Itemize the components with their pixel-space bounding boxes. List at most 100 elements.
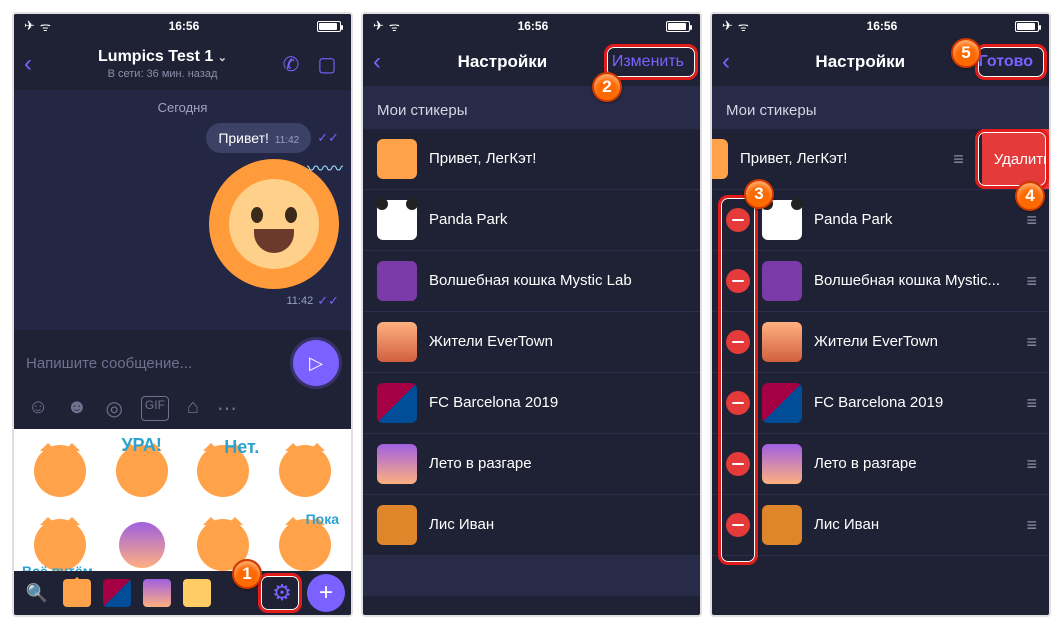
- pack-label: FC Barcelona 2019: [429, 394, 686, 413]
- chevron-down-icon: ⌄: [218, 52, 227, 64]
- sticker-pack-row[interactable]: Жители EverTown: [363, 312, 700, 373]
- drag-handle-icon[interactable]: ≡: [1026, 393, 1035, 414]
- status-time: 16:56: [169, 19, 200, 33]
- drag-handle-icon[interactable]: ≡: [953, 149, 962, 170]
- sticker-time: 11:42: [286, 295, 313, 307]
- chat-subtitle: В сети: 36 мин. назад: [56, 68, 269, 80]
- pack-label: Лето в разгаре: [429, 455, 686, 474]
- video-button[interactable]: ▢: [313, 52, 341, 77]
- status-time: 16:56: [518, 19, 549, 33]
- sticker-cell[interactable]: Нет.: [186, 437, 262, 505]
- pack-thumb-icon: [762, 444, 802, 484]
- sticker-pack-row[interactable]: Лис Иван: [363, 495, 700, 556]
- drag-handle-icon[interactable]: ≡: [1026, 454, 1035, 475]
- highlight-5: [975, 44, 1047, 80]
- battery-icon: [1015, 21, 1039, 32]
- message-input[interactable]: Напишите сообщение...: [26, 355, 285, 372]
- badge-1: 1: [232, 559, 262, 589]
- sticker-cell[interactable]: УРА!: [104, 437, 180, 505]
- call-button[interactable]: ✆: [277, 52, 305, 77]
- airplane-icon: [722, 18, 733, 34]
- back-button[interactable]: ‹: [722, 48, 748, 76]
- sticker-pack-row[interactable]: Лето в разгаре ≡: [712, 434, 1049, 495]
- wifi-icon: ᯤ: [40, 18, 51, 35]
- pack-label: Panda Park: [429, 211, 686, 230]
- read-check-icon: ✓✓: [317, 293, 339, 309]
- sticker-cell[interactable]: Всё путём: [22, 511, 98, 579]
- back-button[interactable]: ‹: [24, 50, 48, 78]
- pack-thumb-icon: [762, 383, 802, 423]
- sticker-pack-row[interactable]: Panda Park: [363, 190, 700, 251]
- drag-handle-icon[interactable]: ≡: [1026, 271, 1035, 292]
- message-time: 11:42: [275, 135, 299, 146]
- sticker-cell[interactable]: [22, 437, 98, 505]
- sticker-cell[interactable]: [104, 511, 180, 579]
- sticker-pack-row[interactable]: Волшебная кошка Mystic... ≡: [712, 251, 1049, 312]
- sticker-pack-tab[interactable]: [100, 576, 134, 610]
- shop-icon[interactable]: ⌂: [187, 396, 199, 421]
- status-bar: ᯤ 16:56: [363, 14, 700, 38]
- pack-label: Волшебная кошка Mystic...: [814, 272, 1014, 291]
- chat-navbar: ‹ Lumpics Test 1 ⌄ В сети: 36 мин. назад…: [14, 38, 351, 90]
- sticker-pack-row[interactable]: FC Barcelona 2019 ≡: [712, 373, 1049, 434]
- gif-icon[interactable]: GIF: [141, 396, 169, 421]
- sticker-search-button[interactable]: 🔍: [20, 576, 54, 610]
- attach-toolbar: ☺ ☻ ◎ GIF ⌂ ⋯: [14, 392, 351, 429]
- sticker-pack-row[interactable]: FC Barcelona 2019: [363, 373, 700, 434]
- sticker-pack-row[interactable]: Лис Иван ≡: [712, 495, 1049, 556]
- pack-label: Лето в разгаре: [814, 455, 1014, 474]
- sticker-add-button[interactable]: +: [307, 574, 345, 612]
- badge-5: 5: [951, 38, 981, 68]
- status-time: 16:56: [867, 19, 898, 33]
- status-bar: ᯤ 16:56: [712, 14, 1049, 38]
- pack-label: Panda Park: [814, 211, 1014, 230]
- screen-settings-view: ᯤ 16:56 ‹ Настройки Изменить 2 Мои стике…: [361, 12, 702, 617]
- highlight-2: [604, 44, 698, 80]
- sticker-pack-row[interactable]: Волшебная кошка Mystic Lab: [363, 251, 700, 312]
- more-icon[interactable]: ⋯: [217, 396, 237, 421]
- status-bar: ᯤ 16:56: [14, 14, 351, 38]
- settings-title: Настройки: [399, 52, 606, 72]
- camera-icon[interactable]: ◎: [105, 396, 122, 421]
- sent-sticker[interactable]: 〰〰: [209, 159, 339, 289]
- screen-settings-edit: ᯤ 16:56 ‹ Настройки Готово 5 Мои стикеры…: [710, 12, 1051, 617]
- chat-title[interactable]: Lumpics Test 1: [98, 48, 213, 65]
- pack-label: FC Barcelona 2019: [814, 394, 1014, 413]
- pack-label: Жители EverTown: [814, 333, 1014, 352]
- section-header: Мои стикеры: [363, 86, 700, 129]
- sticker-pack-tab[interactable]: [140, 576, 174, 610]
- pack-thumb-icon: [762, 261, 802, 301]
- sticker-panel: УРА! Нет. Всё путём Пока 🔍 ⚙ + 1: [14, 429, 351, 615]
- pack-thumb-icon: [377, 383, 417, 423]
- sticker-pack-tab[interactable]: [180, 576, 214, 610]
- composer: Напишите сообщение... ▷: [14, 330, 351, 392]
- drag-handle-icon[interactable]: ≡: [1026, 515, 1035, 536]
- drag-handle-icon[interactable]: ≡: [1026, 210, 1035, 231]
- drag-handle-icon[interactable]: ≡: [1026, 332, 1035, 353]
- sticker-cell[interactable]: Пока: [267, 511, 343, 579]
- sticker-pack-row[interactable]: Привет, ЛегКэт!: [363, 129, 700, 190]
- sticker-pack-row[interactable]: Лето в разгаре: [363, 434, 700, 495]
- message-bubble[interactable]: Привет!11:42: [206, 123, 311, 153]
- read-check-icon: ✓✓: [317, 130, 339, 146]
- sticker-pack-row[interactable]: Жители EverTown ≡: [712, 312, 1049, 373]
- highlight-3: [718, 195, 758, 565]
- screen-chat: ᯤ 16:56 ‹ Lumpics Test 1 ⌄ В сети: 36 ми…: [12, 12, 353, 617]
- highlight-1: [258, 573, 302, 613]
- back-button[interactable]: ‹: [373, 48, 399, 76]
- sticker-icon[interactable]: ☺: [28, 396, 48, 421]
- pack-label: Привет, ЛегКэт!: [740, 150, 941, 169]
- sticker-pack-list: Привет, ЛегКэт! Panda Park Волшебная кош…: [363, 129, 700, 556]
- wifi-icon: ᯤ: [389, 18, 400, 35]
- emoji-icon[interactable]: ☻: [66, 396, 87, 421]
- pack-thumb-icon: [710, 139, 728, 179]
- pack-label: Жители EverTown: [429, 333, 686, 352]
- pack-thumb-icon: [762, 505, 802, 545]
- pack-label: Лис Иван: [429, 516, 686, 535]
- settings-navbar: ‹ Настройки Готово 5: [712, 38, 1049, 86]
- sticker-cell[interactable]: [267, 437, 343, 505]
- voice-button[interactable]: ▷: [293, 340, 339, 386]
- highlight-4: [975, 129, 1049, 189]
- chat-body: Сегодня Привет!11:42 ✓✓ 〰〰 11:42✓✓: [14, 90, 351, 330]
- sticker-pack-tab[interactable]: [60, 576, 94, 610]
